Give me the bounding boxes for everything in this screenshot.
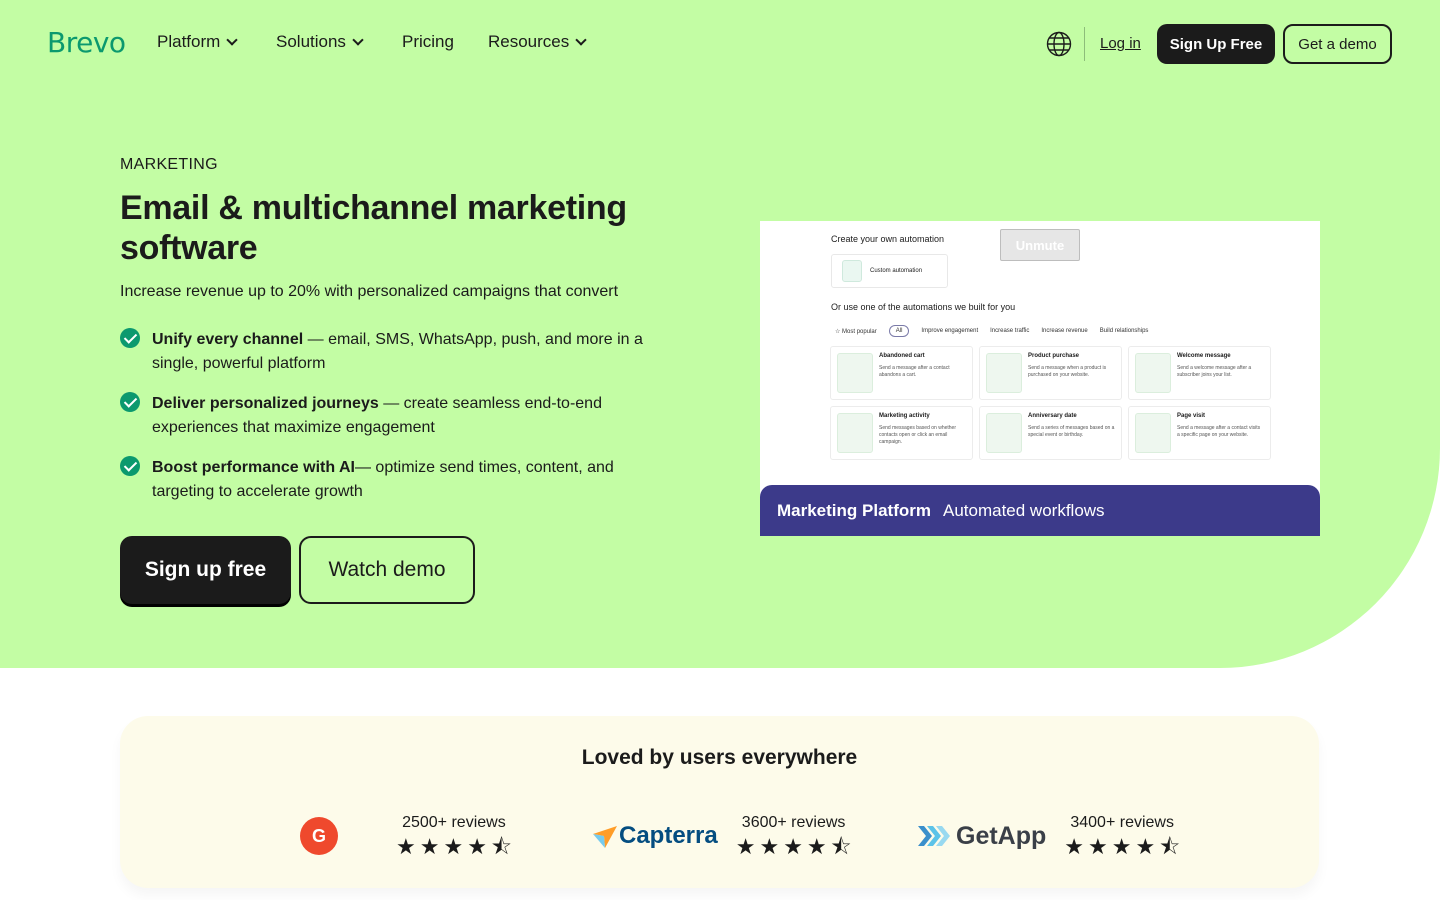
review-getapp: GetApp 3400+ reviews ★ ★ ★ ★ ⯪ (918, 814, 1180, 858)
automation-icon (842, 260, 862, 282)
feature-item: Boost performance with AI— optimize send… (120, 456, 680, 504)
check-circle-icon (120, 328, 140, 348)
star-icon: ★ (1135, 834, 1156, 859)
nav-item-platform[interactable]: Platform (157, 32, 238, 52)
nav-item-resources[interactable]: Resources (488, 32, 587, 52)
getapp-wordmark: GetApp (956, 821, 1047, 850)
bag-illustration (986, 353, 1022, 393)
nav-item-pricing[interactable]: Pricing (402, 32, 454, 52)
capterra-arrow-icon (593, 826, 617, 848)
star-icon: ★ (443, 834, 464, 859)
nav-item-label: Pricing (402, 32, 454, 51)
automation-card: Anniversary date Send a series of message… (979, 406, 1122, 460)
feature-title: Deliver personalized journeys (152, 395, 379, 412)
video-caption-bar: Marketing Platform Automated workflows (760, 485, 1320, 536)
nav-item-label: Solutions (276, 32, 346, 51)
nav-divider (1084, 27, 1085, 61)
video-heading: Create your own automation (831, 234, 945, 244)
feature-item: Unify every channel — email, SMS, WhatsA… (120, 328, 680, 376)
nav-item-solutions[interactable]: Solutions (276, 32, 364, 52)
star-icon: ★ (1088, 834, 1108, 859)
tab-increase-revenue: Increase revenue (1041, 328, 1088, 334)
half-star-icon: ⯪ (830, 834, 852, 859)
star-icon: ★ (783, 834, 803, 859)
reviews-title: Loved by users everywhere (581, 746, 858, 769)
tab-all: All (888, 325, 910, 337)
feature-item: Deliver personalized journeys — create s… (120, 392, 680, 440)
video-subheading: Or use one of the automations we built f… (831, 302, 1016, 312)
get-demo-button[interactable]: Get a demo (1283, 24, 1392, 64)
automation-card: Welcome message Send a welcome message af… (1128, 346, 1271, 400)
reviews-section: Loved by users everywhere G 2500+ review… (120, 716, 1319, 888)
tab-build-relationships: Build relationships (1099, 328, 1149, 334)
feature-title: Boost performance with AI (152, 459, 355, 476)
g2-logo: G (300, 817, 338, 855)
brevo-logo[interactable]: Brevo (47, 26, 126, 59)
review-g2: G 2500+ reviews ★ ★ ★ ★ ⯪ (300, 814, 512, 858)
review-count: 3400+ reviews (1070, 814, 1174, 831)
star-rating: ★ ★ ★ ★ ⯪ (396, 836, 512, 858)
chart-illustration (837, 413, 873, 453)
hero-subtitle: Increase revenue up to 20% with personal… (120, 283, 619, 300)
feature-title: Unify every channel (152, 331, 304, 348)
automation-card: Product purchase Send a message when a pr… (979, 346, 1122, 400)
page-title: Email & multichannel marketing software (120, 189, 627, 267)
page-illustration (1135, 413, 1171, 453)
nav-item-label: Platform (157, 32, 221, 51)
star-icon: ★ (396, 834, 416, 859)
caption-bold: Marketing Platform (777, 500, 931, 520)
card-label: Custom automation (870, 268, 923, 274)
star-rating: ★ ★ ★ ★ ⯪ (736, 836, 852, 858)
envelope-illustration (1135, 353, 1171, 393)
automation-card: Abandoned cart Send a message after a con… (830, 346, 973, 400)
calendar-illustration (986, 413, 1022, 453)
tab-most-popular: ☆ Most popular (835, 328, 877, 335)
demo-video[interactable]: Create your own automation Unmute Custom… (760, 221, 1320, 536)
review-count: 3600+ reviews (741, 814, 846, 831)
video-tabs: ☆ Most popular All Improve engagement In… (835, 325, 1148, 337)
login-link[interactable]: Log in (1100, 35, 1141, 52)
cart-illustration (837, 353, 873, 393)
globe-icon[interactable] (1046, 31, 1072, 57)
half-star-icon: ⯪ (490, 834, 512, 859)
star-icon: ★ (419, 834, 440, 859)
review-count: 2500+ reviews (402, 814, 506, 831)
review-capterra: Capterra 3600+ reviews ★ ★ ★ ★ ⯪ (593, 814, 852, 858)
star-icon: ★ (759, 834, 780, 859)
automation-card: Page visit Send a message after a contact… (1128, 406, 1271, 460)
custom-automation-card: Custom automation (831, 254, 948, 288)
caption-text: Automated workflows (942, 500, 1105, 520)
getapp-logo: GetApp (918, 822, 1046, 851)
tab-improve-engagement: Improve engagement (921, 328, 979, 334)
chevron-down-icon (352, 33, 364, 46)
star-rating: ★ ★ ★ ★ ⯪ (1064, 836, 1180, 858)
top-nav: Brevo Platform Solutions Pricing Resourc… (0, 0, 1440, 88)
check-circle-icon (120, 392, 140, 412)
tab-increase-traffic: Increase traffic (990, 328, 1030, 334)
hero-section: Brevo Platform Solutions Pricing Resourc… (0, 0, 1440, 668)
nav-item-label: Resources (488, 32, 570, 51)
watch-demo-button[interactable]: Watch demo (299, 536, 475, 604)
getapp-chevrons-icon (918, 826, 950, 846)
unmute-button[interactable]: Unmute (1000, 229, 1080, 261)
star-icon: ★ (1111, 834, 1132, 859)
chevron-down-icon (226, 33, 238, 46)
chevron-down-icon (575, 33, 587, 46)
star-icon: ★ (1064, 834, 1085, 859)
automation-grid: Abandoned cart Send a message after a con… (830, 346, 1271, 460)
eyebrow-label: MARKETING (120, 156, 218, 173)
star-icon: ★ (735, 834, 756, 859)
signup-button[interactable]: Sign Up Free (1157, 24, 1275, 64)
capterra-logo: Capterra (593, 822, 718, 850)
half-star-icon: ⯪ (1159, 834, 1181, 859)
star-icon: ★ (467, 834, 487, 859)
star-icon: ★ (806, 834, 827, 859)
capterra-wordmark: Capterra (619, 822, 718, 849)
signup-free-button[interactable]: Sign up free (120, 536, 291, 604)
check-circle-icon (120, 456, 140, 476)
automation-card: Marketing activity Send messages based on… (830, 406, 973, 460)
